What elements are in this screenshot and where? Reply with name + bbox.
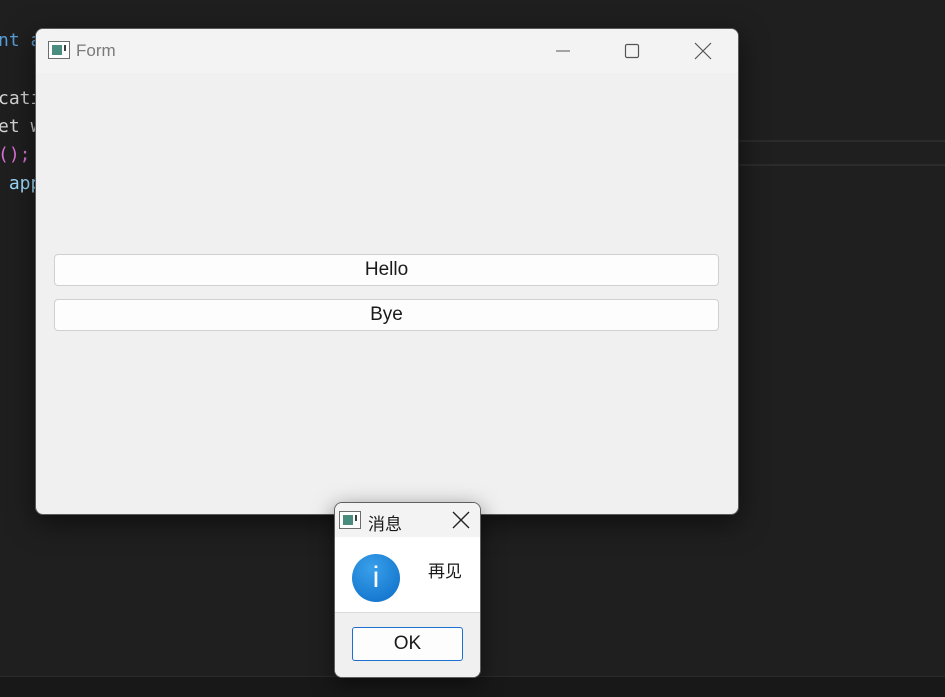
bye-button[interactable]: Bye bbox=[54, 299, 719, 331]
form-title: Form bbox=[76, 41, 116, 60]
form-window: Form Hello Bye bbox=[35, 28, 739, 515]
info-glyph: i bbox=[372, 561, 380, 594]
code-line: (); bbox=[0, 144, 31, 165]
app-window-icon bbox=[339, 511, 361, 529]
info-icon: i bbox=[352, 554, 400, 602]
message-text: 再见 bbox=[428, 562, 462, 582]
editor-status-strip bbox=[0, 676, 945, 697]
message-box-title: 消息 bbox=[368, 515, 402, 535]
message-box-footer: OK bbox=[335, 612, 480, 677]
close-icon bbox=[694, 42, 712, 60]
minimize-icon bbox=[556, 50, 570, 52]
minimize-button[interactable] bbox=[528, 29, 598, 73]
maximize-button[interactable] bbox=[597, 29, 667, 73]
editor-divider bbox=[738, 164, 945, 166]
message-box-close-button[interactable] bbox=[441, 503, 480, 537]
editor-divider bbox=[738, 140, 945, 142]
close-button[interactable] bbox=[668, 29, 738, 73]
hello-button[interactable]: Hello bbox=[54, 254, 719, 286]
form-titlebar[interactable]: Form bbox=[36, 29, 738, 73]
app-window-icon bbox=[48, 41, 70, 59]
ok-button[interactable]: OK bbox=[352, 627, 463, 661]
message-box-dialog: 消息 i 再见 OK bbox=[334, 502, 481, 678]
message-box-body: i 再见 bbox=[335, 537, 480, 612]
maximize-icon bbox=[624, 43, 640, 59]
message-box-titlebar[interactable]: 消息 bbox=[335, 503, 480, 537]
close-icon bbox=[452, 511, 470, 529]
